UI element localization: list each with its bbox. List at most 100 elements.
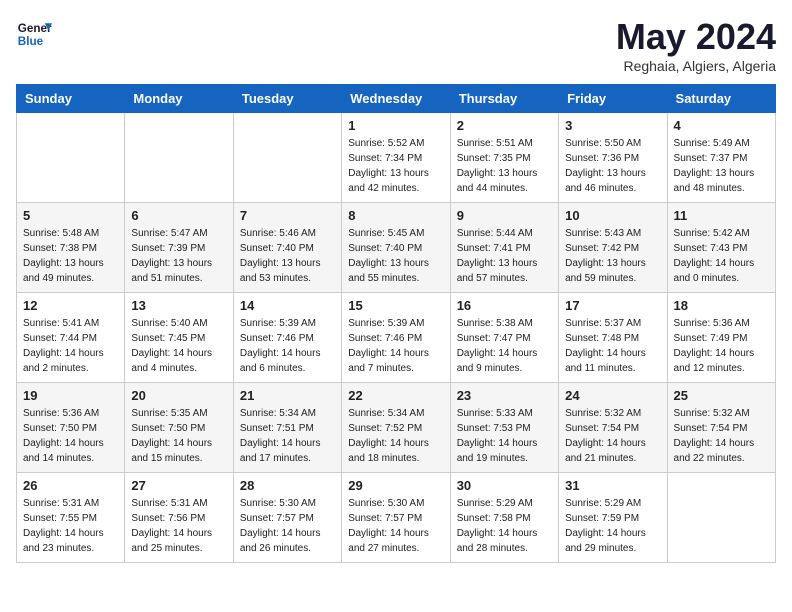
calendar-cell: 10Sunrise: 5:43 AM Sunset: 7:42 PM Dayli… — [559, 203, 667, 293]
day-header-sunday: Sunday — [17, 85, 125, 113]
day-info: Sunrise: 5:36 AM Sunset: 7:50 PM Dayligh… — [23, 406, 118, 466]
day-info: Sunrise: 5:48 AM Sunset: 7:38 PM Dayligh… — [23, 226, 118, 286]
day-info: Sunrise: 5:32 AM Sunset: 7:54 PM Dayligh… — [565, 406, 660, 466]
day-number: 15 — [348, 298, 443, 313]
calendar-cell: 16Sunrise: 5:38 AM Sunset: 7:47 PM Dayli… — [450, 293, 558, 383]
day-number: 7 — [240, 208, 335, 223]
calendar-cell: 6Sunrise: 5:47 AM Sunset: 7:39 PM Daylig… — [125, 203, 233, 293]
day-info: Sunrise: 5:52 AM Sunset: 7:34 PM Dayligh… — [348, 136, 443, 196]
calendar-week-row: 26 Sunrise: 5:31 AM Sunset: 7:55 PM Dayli… — [17, 473, 776, 563]
day-number: 26 — [23, 478, 118, 493]
calendar-cell: 21 Sunrise: 5:34 AM Sunset: 7:51 PM Dayli… — [233, 383, 341, 473]
calendar-cell: 1 Sunrise: 5:52 AM Sunset: 7:34 PM Daylig… — [342, 113, 450, 203]
calendar-cell — [17, 113, 125, 203]
day-number: 2 — [457, 118, 552, 133]
day-number: 25 — [674, 388, 769, 403]
day-info: Sunrise: 5:36 AM Sunset: 7:49 PM Dayligh… — [674, 316, 769, 376]
day-header-thursday: Thursday — [450, 85, 558, 113]
day-info: Sunrise: 5:34 AM Sunset: 7:52 PM Dayligh… — [348, 406, 443, 466]
calendar-cell: 9 Sunrise: 5:44 AM Sunset: 7:41 PM Daylig… — [450, 203, 558, 293]
calendar-cell: 27 Sunrise: 5:31 AM Sunset: 7:56 PM Dayli… — [125, 473, 233, 563]
day-info: Sunrise: 5:32 AM Sunset: 7:54 PM Dayligh… — [674, 406, 769, 466]
day-info: Sunrise: 5:35 AM Sunset: 7:50 PM Dayligh… — [131, 406, 226, 466]
day-info: Sunrise: 5:31 AM Sunset: 7:55 PM Dayligh… — [23, 496, 118, 556]
day-info: Sunrise: 5:41 AM Sunset: 7:44 PM Dayligh… — [23, 316, 118, 376]
calendar-cell: 23 Sunrise: 5:33 AM Sunset: 7:53 PM Dayli… — [450, 383, 558, 473]
day-info: Sunrise: 5:39 AM Sunset: 7:46 PM Dayligh… — [348, 316, 443, 376]
day-info: Sunrise: 5:43 AM Sunset: 7:42 PM Dayligh… — [565, 226, 660, 286]
logo: General Blue — [16, 16, 52, 52]
calendar-week-row: 12 Sunrise: 5:41 AM Sunset: 7:44 PM Dayli… — [17, 293, 776, 383]
day-number: 22 — [348, 388, 443, 403]
calendar-cell: 11Sunrise: 5:42 AM Sunset: 7:43 PM Dayli… — [667, 203, 775, 293]
calendar-cell: 19 Sunrise: 5:36 AM Sunset: 7:50 PM Dayli… — [17, 383, 125, 473]
title-area: May 2024 Reghaia, Algiers, Algeria — [616, 16, 776, 74]
logo-icon: General Blue — [16, 16, 52, 52]
day-info: Sunrise: 5:34 AM Sunset: 7:51 PM Dayligh… — [240, 406, 335, 466]
calendar-cell — [233, 113, 341, 203]
day-number: 12 — [23, 298, 118, 313]
day-number: 5 — [23, 208, 118, 223]
calendar-cell: 25 Sunrise: 5:32 AM Sunset: 7:54 PM Dayli… — [667, 383, 775, 473]
calendar-cell: 17 Sunrise: 5:37 AM Sunset: 7:48 PM Dayli… — [559, 293, 667, 383]
day-number: 30 — [457, 478, 552, 493]
day-header-friday: Friday — [559, 85, 667, 113]
day-headers-row: SundayMondayTuesdayWednesdayThursdayFrid… — [17, 85, 776, 113]
day-info: Sunrise: 5:29 AM Sunset: 7:58 PM Dayligh… — [457, 496, 552, 556]
svg-text:Blue: Blue — [18, 35, 44, 48]
day-info: Sunrise: 5:51 AM Sunset: 7:35 PM Dayligh… — [457, 136, 552, 196]
calendar-cell: 5 Sunrise: 5:48 AM Sunset: 7:38 PM Daylig… — [17, 203, 125, 293]
day-header-monday: Monday — [125, 85, 233, 113]
calendar-cell: 12 Sunrise: 5:41 AM Sunset: 7:44 PM Dayli… — [17, 293, 125, 383]
calendar-cell: 18 Sunrise: 5:36 AM Sunset: 7:49 PM Dayli… — [667, 293, 775, 383]
day-number: 23 — [457, 388, 552, 403]
day-number: 28 — [240, 478, 335, 493]
day-number: 31 — [565, 478, 660, 493]
day-number: 27 — [131, 478, 226, 493]
calendar-table: SundayMondayTuesdayWednesdayThursdayFrid… — [16, 84, 776, 563]
day-info: Sunrise: 5:33 AM Sunset: 7:53 PM Dayligh… — [457, 406, 552, 466]
day-number: 19 — [23, 388, 118, 403]
day-number: 21 — [240, 388, 335, 403]
day-info: Sunrise: 5:31 AM Sunset: 7:56 PM Dayligh… — [131, 496, 226, 556]
day-info: Sunrise: 5:46 AM Sunset: 7:40 PM Dayligh… — [240, 226, 335, 286]
calendar-cell: 28 Sunrise: 5:30 AM Sunset: 7:57 PM Dayli… — [233, 473, 341, 563]
day-number: 20 — [131, 388, 226, 403]
day-info: Sunrise: 5:37 AM Sunset: 7:48 PM Dayligh… — [565, 316, 660, 376]
day-number: 14 — [240, 298, 335, 313]
day-header-wednesday: Wednesday — [342, 85, 450, 113]
calendar-cell: 20 Sunrise: 5:35 AM Sunset: 7:50 PM Dayli… — [125, 383, 233, 473]
day-header-saturday: Saturday — [667, 85, 775, 113]
day-info: Sunrise: 5:47 AM Sunset: 7:39 PM Dayligh… — [131, 226, 226, 286]
day-number: 17 — [565, 298, 660, 313]
calendar-cell: 30 Sunrise: 5:29 AM Sunset: 7:58 PM Dayli… — [450, 473, 558, 563]
calendar-cell: 13Sunrise: 5:40 AM Sunset: 7:45 PM Dayli… — [125, 293, 233, 383]
calendar-cell: 24Sunrise: 5:32 AM Sunset: 7:54 PM Dayli… — [559, 383, 667, 473]
day-info: Sunrise: 5:44 AM Sunset: 7:41 PM Dayligh… — [457, 226, 552, 286]
day-number: 8 — [348, 208, 443, 223]
calendar-cell: 26 Sunrise: 5:31 AM Sunset: 7:55 PM Dayli… — [17, 473, 125, 563]
calendar-cell: 4 Sunrise: 5:49 AM Sunset: 7:37 PM Daylig… — [667, 113, 775, 203]
calendar-week-row: 1 Sunrise: 5:52 AM Sunset: 7:34 PM Daylig… — [17, 113, 776, 203]
day-number: 13 — [131, 298, 226, 313]
calendar-cell: 2 Sunrise: 5:51 AM Sunset: 7:35 PM Daylig… — [450, 113, 558, 203]
calendar-cell — [125, 113, 233, 203]
calendar-cell — [667, 473, 775, 563]
day-number: 1 — [348, 118, 443, 133]
day-info: Sunrise: 5:50 AM Sunset: 7:36 PM Dayligh… — [565, 136, 660, 196]
day-number: 4 — [674, 118, 769, 133]
day-number: 18 — [674, 298, 769, 313]
calendar-week-row: 19 Sunrise: 5:36 AM Sunset: 7:50 PM Dayli… — [17, 383, 776, 473]
day-number: 16 — [457, 298, 552, 313]
day-info: Sunrise: 5:30 AM Sunset: 7:57 PM Dayligh… — [240, 496, 335, 556]
calendar-cell: 15 Sunrise: 5:39 AM Sunset: 7:46 PM Dayli… — [342, 293, 450, 383]
day-info: Sunrise: 5:29 AM Sunset: 7:59 PM Dayligh… — [565, 496, 660, 556]
day-header-tuesday: Tuesday — [233, 85, 341, 113]
calendar-cell: 31 Sunrise: 5:29 AM Sunset: 7:59 PM Dayli… — [559, 473, 667, 563]
location-subtitle: Reghaia, Algiers, Algeria — [616, 58, 776, 74]
calendar-cell: 14Sunrise: 5:39 AM Sunset: 7:46 PM Dayli… — [233, 293, 341, 383]
month-year-title: May 2024 — [616, 16, 776, 58]
calendar-cell: 7 Sunrise: 5:46 AM Sunset: 7:40 PM Daylig… — [233, 203, 341, 293]
day-number: 9 — [457, 208, 552, 223]
day-info: Sunrise: 5:49 AM Sunset: 7:37 PM Dayligh… — [674, 136, 769, 196]
